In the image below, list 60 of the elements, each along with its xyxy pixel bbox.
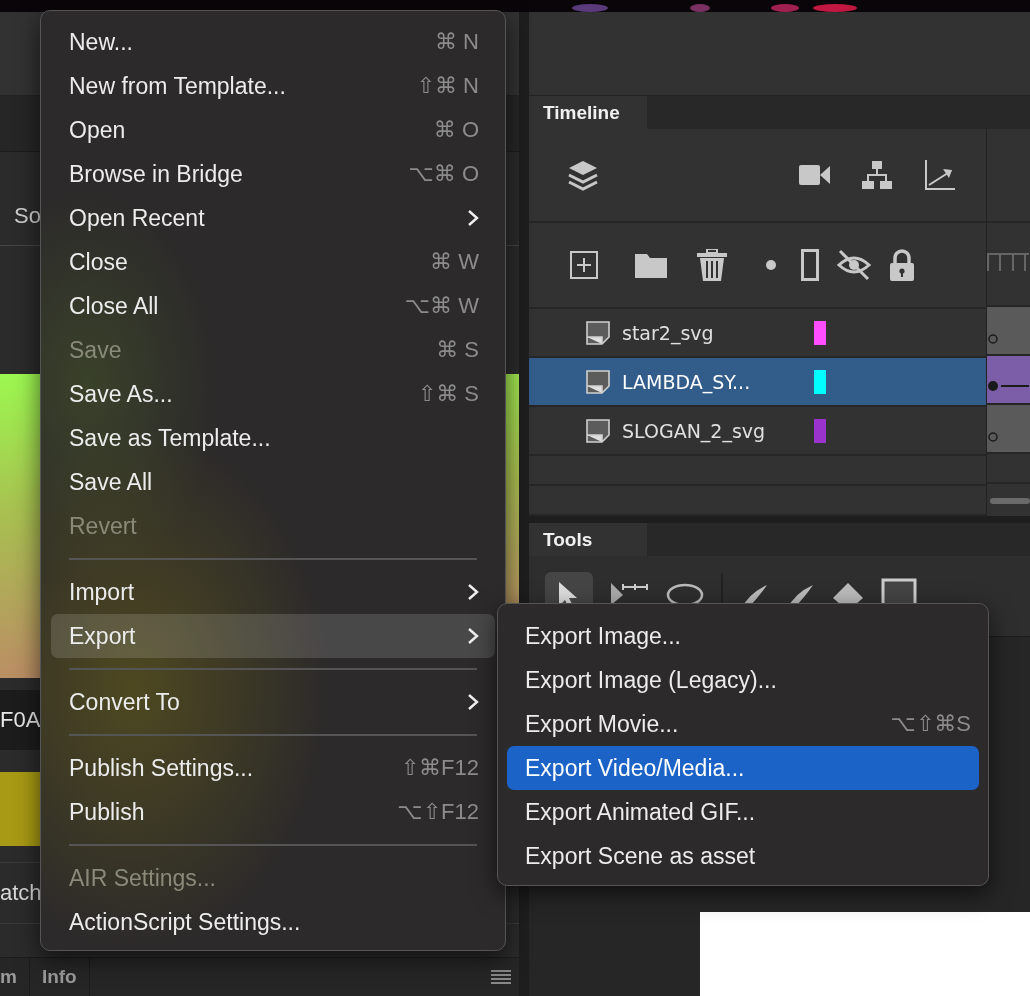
menu-item[interactable]: Convert To [51, 680, 495, 724]
panel-label: So [14, 203, 41, 229]
shortcut-label: ⇧⌘ S [417, 381, 479, 407]
menu-item[interactable]: Open Recent [51, 196, 495, 240]
shortcut-label: ⌥⌘ W [404, 293, 479, 319]
shortcut-label: ⌘ S [436, 337, 479, 363]
shortcut-label: ⌘ W [430, 249, 479, 275]
menu-item[interactable]: Export Animated GIF... [507, 790, 979, 834]
menu-item[interactable]: Close All ⌥⌘ W [51, 284, 495, 328]
menu-item[interactable]: Publish Settings... ⇧⌘F12 [51, 746, 495, 790]
shortcut-label: ⇧⌘F12 [400, 755, 479, 781]
menu-item[interactable]: Open ⌘ O [51, 108, 495, 152]
layer-name: SLOGAN_2_svg [622, 419, 767, 442]
outline-icon[interactable] [801, 249, 819, 281]
menu-item[interactable]: Close ⌘ W [51, 240, 495, 284]
eye-hidden-icon[interactable] [837, 249, 871, 281]
menu-item[interactable]: Export Image... [507, 614, 979, 658]
menu-item[interactable]: Save All [51, 460, 495, 504]
layer-name: LAMBDA_SY... [622, 370, 752, 393]
shortcut-label: ⇧⌘ N [416, 73, 479, 99]
layer-row[interactable]: LAMBDA_SY... [529, 358, 986, 407]
shortcut-label: ⌥⌘ O [408, 161, 479, 187]
menu-item[interactable]: Export Scene as asset [507, 834, 979, 878]
shortcut-label: ⌥⇧F12 [397, 799, 479, 825]
menu-item[interactable]: New from Template... ⇧⌘ N [51, 64, 495, 108]
menu-item[interactable]: Publish ⌥⇧F12 [51, 790, 495, 834]
panel-tab[interactable]: Info [29, 958, 90, 996]
panel-tab[interactable]: Timeline [529, 96, 647, 129]
panel-tab[interactable]: Tools [529, 523, 647, 556]
menu-item[interactable]: Export Image (Legacy)... [507, 658, 979, 702]
shortcut-label: ⌘ O [433, 117, 479, 143]
menu-item[interactable]: Export Movie... ⌥⇧⌘S [507, 702, 979, 746]
hex-value: F0A [0, 707, 41, 733]
shortcut-label: ⌥⇧⌘S [890, 711, 971, 737]
layer-name: star2_svg [622, 321, 715, 344]
panel-tab[interactable]: m [0, 958, 30, 996]
scrollbar-thumb[interactable] [990, 498, 1030, 504]
add-layer-icon[interactable] [570, 251, 598, 279]
video-camera-icon[interactable] [799, 164, 831, 186]
menu-item[interactable]: ActionScript Settings... [51, 900, 495, 944]
menu-item[interactable]: New... ⌘ N [51, 20, 495, 64]
graph-icon[interactable] [925, 160, 955, 190]
shortcut-label: ⌘ N [435, 29, 479, 55]
menu-item[interactable]: Browse in Bridge ⌥⌘ O [51, 152, 495, 196]
folder-icon[interactable] [635, 252, 667, 278]
menu-item[interactable]: Import [51, 570, 495, 614]
menu-item[interactable]: Export Video/Media... [507, 746, 979, 790]
panel-label: atch [0, 880, 42, 906]
menu-item[interactable]: Save As... ⇧⌘ S [51, 372, 495, 416]
dot-icon[interactable] [765, 259, 777, 271]
hierarchy-icon[interactable] [862, 161, 892, 189]
trash-icon[interactable] [697, 249, 727, 281]
menu-icon[interactable] [491, 970, 511, 984]
layer-icon [586, 369, 610, 394]
layer-icon [586, 418, 610, 443]
layers-icon[interactable] [567, 159, 599, 191]
menu-item[interactable]: Export [51, 614, 495, 658]
lock-icon[interactable] [889, 249, 915, 281]
layer-icon [586, 320, 610, 345]
menu-item[interactable]: Save as Template... [51, 416, 495, 460]
